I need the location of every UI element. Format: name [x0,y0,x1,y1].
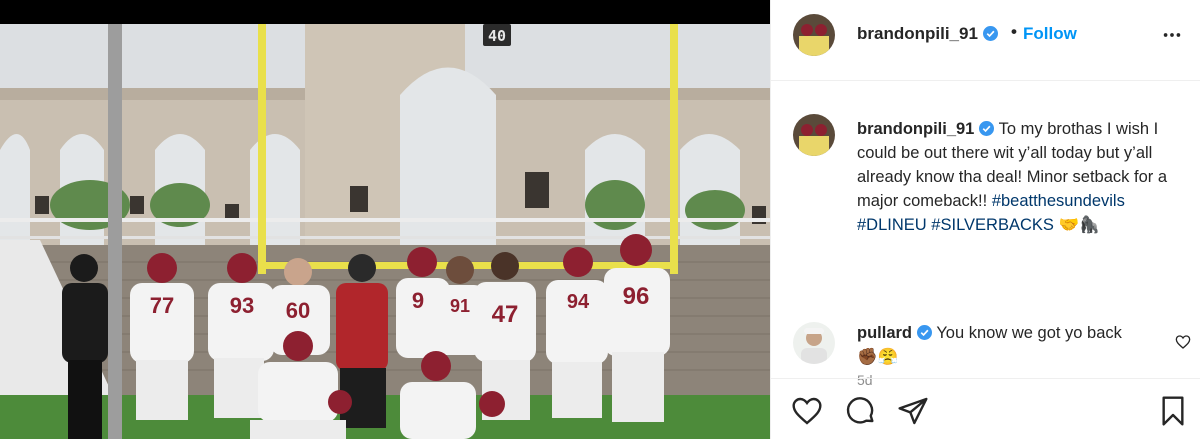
verified-badge-icon [979,121,995,136]
post-photo[interactable]: 40 77 93 60 9 91 47 94 96 [0,0,770,439]
jersey-number: 77 [150,293,174,318]
jersey-number: 94 [567,291,590,313]
comment-emoji: ✊🏾😤 [857,348,899,366]
follow-button[interactable]: Follow [1023,24,1077,44]
caption-emoji: 🤝🦍 [1058,216,1100,234]
action-bar [771,378,1200,439]
jersey-number: 60 [286,298,310,323]
comment-body: You know we got yo back [936,324,1122,342]
jersey-number: 91 [450,296,470,316]
jersey-number: 93 [230,293,254,318]
avatar[interactable] [793,114,835,156]
scoreboard-number: 40 [488,27,506,45]
heart-icon[interactable] [791,395,823,427]
players-group [62,234,670,439]
verified-badge-icon [982,26,998,41]
jersey-number: 96 [623,283,650,310]
separator-dot: • [1011,22,1017,41]
bookmark-icon[interactable] [1157,395,1189,427]
author-username[interactable]: brandonpili_91 [857,24,998,44]
verified-badge-icon [917,325,933,340]
hashtag-link[interactable]: #SILVERBACKS [931,216,1054,234]
hashtag-link[interactable]: #beatthesundevils [992,192,1125,210]
avatar[interactable] [793,14,835,56]
comment-like-heart-icon[interactable] [1175,334,1191,350]
comment-icon[interactable] [845,395,877,427]
jersey-number: 9 [412,288,424,313]
post-photo-image: 40 77 93 60 9 91 47 94 96 [0,0,770,439]
avatar[interactable] [793,322,835,364]
hashtag-link[interactable]: #DLINEU [857,216,927,234]
more-horizontal-icon[interactable] [1161,24,1183,46]
send-icon[interactable] [897,395,929,427]
caption-username[interactable]: brandonpili_91 [857,120,974,138]
caption-text: brandonpili_91 To my brothas I wish I co… [857,117,1189,237]
comment-username[interactable]: pullard [857,324,912,342]
comment-text: pullard You know we got yo back ✊🏾😤 [857,321,1147,369]
post-side-panel: brandonpili_91 • Follow brandonpili_91 T… [770,0,1200,439]
jersey-number: 47 [492,301,519,328]
post-header: brandonpili_91 • Follow [771,0,1200,81]
